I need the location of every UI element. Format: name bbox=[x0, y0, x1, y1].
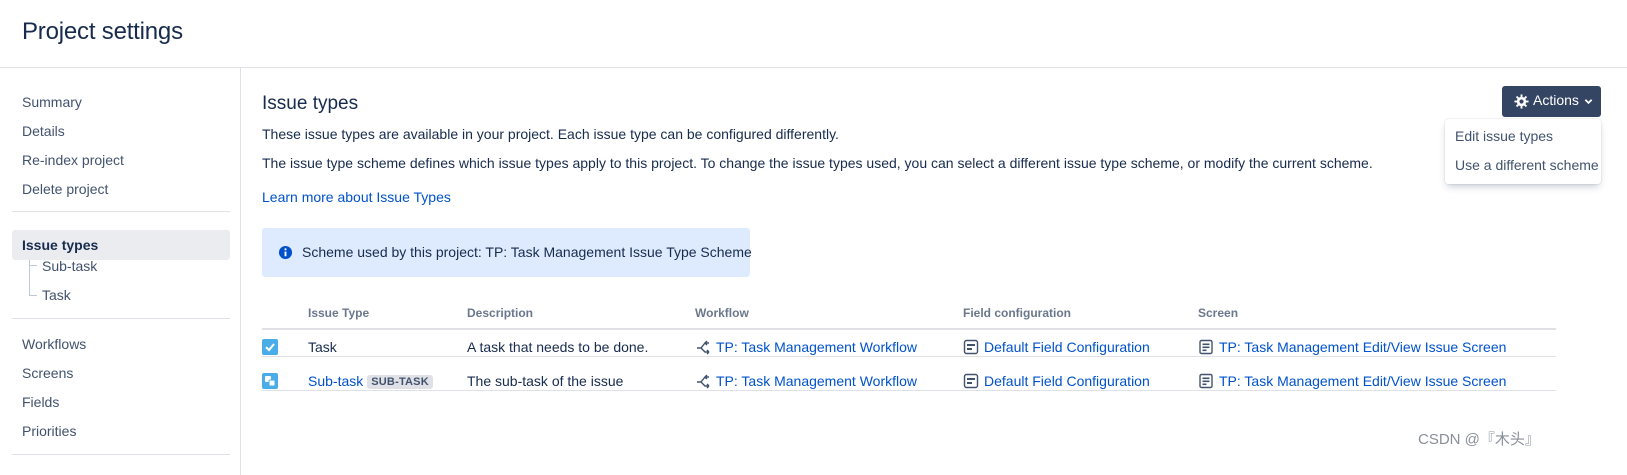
checkbox-task-icon bbox=[262, 339, 278, 355]
workflow-link[interactable]: TP: Task Management Workflow bbox=[716, 339, 917, 355]
screen-cell: TP: Task Management Edit/View Issue Scre… bbox=[1198, 339, 1506, 355]
chevron-down-icon bbox=[1584, 99, 1593, 105]
column-header-issue-type: Issue Type bbox=[308, 306, 370, 320]
sidebar-item-issue-types[interactable]: Issue types bbox=[22, 236, 98, 254]
issue-type-link[interactable]: Sub-task bbox=[308, 373, 363, 389]
gear-icon bbox=[1514, 94, 1529, 109]
workflow-cell: TP: Task Management Workflow bbox=[695, 339, 917, 355]
table-row-divider bbox=[262, 356, 1556, 357]
sidebar-divider bbox=[12, 454, 230, 455]
screen-cell: TP: Task Management Edit/View Issue Scre… bbox=[1198, 373, 1506, 389]
subtask-badge: SUB-TASK bbox=[367, 375, 433, 389]
page-header: Project settings bbox=[0, 0, 1627, 68]
field-config-icon bbox=[963, 373, 979, 389]
field-config-cell: Default Field Configuration bbox=[963, 373, 1150, 389]
table-row-divider bbox=[262, 390, 1556, 391]
actions-button[interactable]: Actions bbox=[1502, 86, 1601, 117]
column-header-field-configuration: Field configuration bbox=[963, 306, 1071, 320]
field-config-link[interactable]: Default Field Configuration bbox=[984, 339, 1150, 355]
workflow-link[interactable]: TP: Task Management Workflow bbox=[716, 373, 917, 389]
sidebar: Summary Details Re-index project Delete … bbox=[0, 68, 241, 475]
main-content: Issue types These issue types are availa… bbox=[262, 68, 1607, 475]
sidebar-item-reindex-project[interactable]: Re-index project bbox=[22, 151, 124, 169]
subtask-icon bbox=[262, 373, 278, 389]
field-config-link[interactable]: Default Field Configuration bbox=[984, 373, 1150, 389]
field-config-icon bbox=[963, 339, 979, 355]
column-header-description: Description bbox=[467, 306, 534, 320]
sidebar-item-fields[interactable]: Fields bbox=[22, 393, 59, 411]
screen-link[interactable]: TP: Task Management Edit/View Issue Scre… bbox=[1219, 373, 1506, 389]
sidebar-item-sub-task[interactable]: Sub-task bbox=[42, 257, 97, 275]
menu-item-edit-issue-types[interactable]: Edit issue types bbox=[1455, 128, 1553, 144]
sidebar-item-details[interactable]: Details bbox=[22, 122, 65, 140]
description-text: The issue type scheme defines which issu… bbox=[262, 155, 1373, 171]
issue-type-cell: Sub-task SUB-TASK bbox=[308, 373, 433, 389]
description-text: These issue types are available in your … bbox=[262, 126, 839, 142]
issue-type-description: The sub-task of the issue bbox=[467, 373, 624, 389]
section-title: Issue types bbox=[262, 93, 359, 114]
column-header-screen: Screen bbox=[1198, 306, 1239, 320]
screen-icon bbox=[1199, 373, 1213, 389]
workflow-icon bbox=[697, 340, 710, 355]
issue-type-description: A task that needs to be done. bbox=[467, 339, 649, 355]
issue-type-link[interactable]: Task bbox=[308, 339, 337, 355]
workflow-icon bbox=[697, 374, 710, 389]
sidebar-item-workflows[interactable]: Workflows bbox=[22, 335, 86, 353]
info-icon bbox=[278, 245, 293, 260]
scheme-info-text: Scheme used by this project: TP: Task Ma… bbox=[302, 244, 752, 260]
sidebar-item-task[interactable]: Task bbox=[42, 286, 71, 304]
sidebar-item-delete-project[interactable]: Delete project bbox=[22, 180, 108, 198]
watermark-text: CSDN @『木头』 bbox=[1418, 431, 1540, 448]
table-header-divider bbox=[262, 328, 1556, 330]
scheme-info-message: Scheme used by this project: TP: Task Ma… bbox=[262, 228, 752, 277]
sidebar-divider bbox=[12, 211, 230, 212]
tree-connector bbox=[29, 265, 37, 266]
field-config-cell: Default Field Configuration bbox=[963, 339, 1150, 355]
screen-link[interactable]: TP: Task Management Edit/View Issue Scre… bbox=[1219, 339, 1506, 355]
tree-connector bbox=[29, 295, 37, 296]
actions-button-label: Actions bbox=[1533, 92, 1579, 108]
learn-more-link[interactable]: Learn more about Issue Types bbox=[262, 189, 451, 205]
sidebar-divider bbox=[12, 318, 230, 319]
sidebar-item-priorities[interactable]: Priorities bbox=[22, 422, 76, 440]
workflow-cell: TP: Task Management Workflow bbox=[695, 373, 917, 389]
page-title: Project settings bbox=[22, 18, 183, 45]
screen-icon bbox=[1199, 339, 1213, 355]
sidebar-item-summary[interactable]: Summary bbox=[22, 93, 82, 111]
actions-dropdown-menu: Edit issue types Use a different scheme bbox=[1445, 119, 1601, 184]
sidebar-item-screens[interactable]: Screens bbox=[22, 364, 73, 382]
menu-item-use-different-scheme[interactable]: Use a different scheme bbox=[1455, 157, 1599, 173]
column-header-workflow: Workflow bbox=[695, 306, 749, 320]
